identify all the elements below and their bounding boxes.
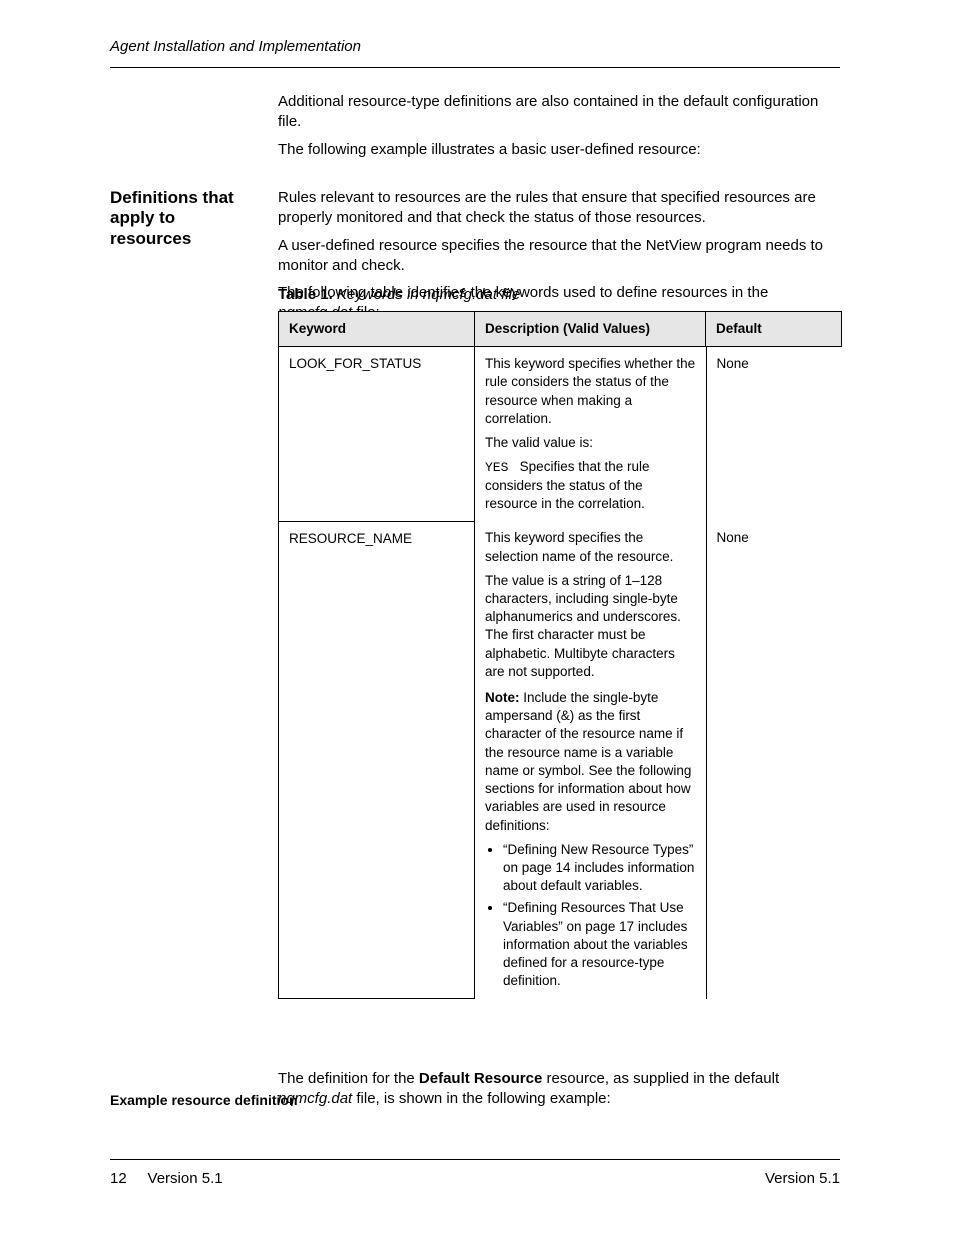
definitions-p1: Rules relevant to resources are the rule…: [278, 188, 844, 229]
footer-version-right: Version 5.1: [765, 1170, 840, 1187]
running-title: Agent Installation and Implementation: [110, 38, 361, 55]
col-description: Description (Valid Values): [475, 312, 706, 347]
definitions-p2: A user-defined resource specifies the re…: [278, 236, 844, 277]
col-keyword: Keyword: [279, 312, 475, 347]
intro-p2: The following example illustrates a basi…: [278, 140, 844, 160]
side-heading-example: Example resource definition: [110, 1091, 298, 1109]
table-caption: Table 1. Keywords in nqmcfg.dat file: [278, 286, 520, 303]
config-table: Keyword Description (Valid Values) Defau…: [278, 311, 842, 999]
cell-default: None: [706, 347, 842, 521]
cell-keyword: RESOURCE_NAME: [279, 521, 475, 998]
cell-keyword: LOOK_FOR_STATUS: [279, 347, 475, 522]
cell-default: None: [706, 521, 842, 998]
table-row: LOOK_FOR_STATUS This keyword specifies w…: [279, 347, 842, 522]
note-bullet: “Defining New Resource Types” on page 14…: [503, 841, 696, 896]
cell-description: This keyword specifies the selection nam…: [475, 521, 706, 998]
table-row: RESOURCE_NAME This keyword specifies the…: [279, 521, 842, 998]
note-bullet: “Defining Resources That Use Variables” …: [503, 899, 696, 990]
intro-p1: Additional resource-type definitions are…: [278, 92, 844, 133]
col-default: Default: [706, 312, 842, 347]
footer-rule: [110, 1159, 840, 1160]
header-rule: [110, 67, 840, 68]
table-header-row: Keyword Description (Valid Values) Defau…: [279, 312, 842, 347]
cell-description: This keyword specifies whether the rule …: [475, 347, 706, 521]
example-paragraph: The definition for the Default Resource …: [278, 1069, 844, 1110]
page-number: 12 Version 5.1: [110, 1170, 223, 1187]
side-heading-definitions: Definitions that apply to resources: [110, 188, 255, 249]
